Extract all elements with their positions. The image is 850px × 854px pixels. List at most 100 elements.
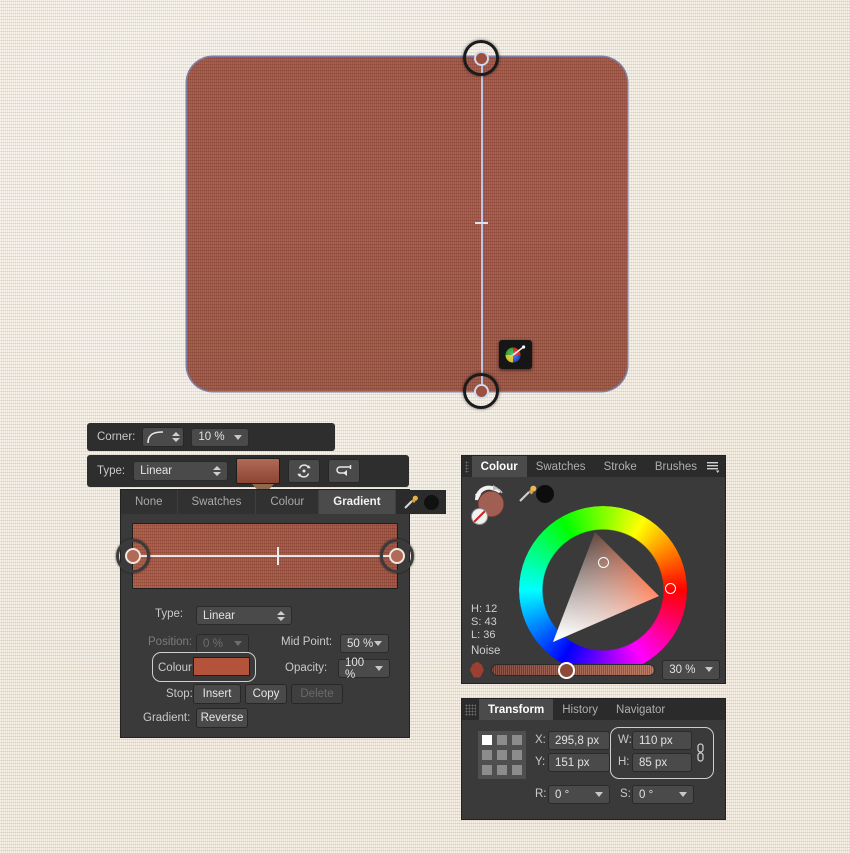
panel-grip-icon[interactable] (465, 460, 469, 473)
rounded-corner-icon[interactable] (142, 427, 185, 447)
type-stepper[interactable] (213, 466, 222, 476)
w-label: W: (618, 734, 632, 746)
gradient-handle-start[interactable] (463, 40, 499, 76)
tab-navigator[interactable]: Navigator (607, 699, 674, 720)
saturation-lightness-triangle[interactable] (543, 530, 663, 650)
anchor-cell-bottom-right[interactable] (512, 765, 522, 775)
tab-gradient[interactable]: Gradient (319, 490, 396, 514)
gp-opacity-label: Opacity: (285, 662, 328, 674)
gp-type-stepper[interactable] (277, 610, 285, 621)
gradient-stop-end[interactable] (380, 539, 414, 573)
stop-delete-button: Delete (291, 684, 343, 704)
y-field[interactable]: 151 px (548, 753, 610, 772)
anchor-cell-top-center[interactable] (497, 735, 507, 745)
gradient-axis-line (481, 58, 483, 392)
tab-stroke[interactable]: Stroke (595, 456, 646, 477)
gradient-preview[interactable] (116, 523, 414, 589)
anchor-cell-middle-center[interactable] (497, 750, 507, 760)
tab-brushes[interactable]: Brushes (646, 456, 706, 477)
hsl-colour-wheel[interactable] (519, 506, 687, 674)
chevron-down-icon[interactable] (234, 641, 242, 646)
lightness-readout: L: 36 (471, 629, 496, 641)
noise-slider-knob[interactable] (557, 661, 575, 679)
gradient-type-toolbar: Type: Linear (87, 455, 409, 487)
y-label: Y: (535, 756, 546, 768)
gp-midpoint-value: 50 % (347, 637, 374, 650)
anchor-cell-top-right[interactable] (512, 735, 522, 745)
corner-type-stepper[interactable] (172, 432, 181, 442)
gradient-swatch[interactable] (236, 458, 281, 484)
tab-transform[interactable]: Transform (479, 699, 554, 720)
gradient-stop-start-dot (125, 548, 141, 564)
gp-colour-label: Colour: (158, 662, 196, 674)
r-label: R: (535, 788, 547, 800)
chevron-down-icon[interactable] (234, 434, 243, 440)
gradient-type-select[interactable]: Linear (133, 461, 229, 481)
h-field[interactable]: 85 px (632, 753, 692, 772)
gradient-stop-end-dot (389, 548, 405, 564)
eyedropper-icon[interactable] (402, 494, 419, 511)
hamburger-menu-icon[interactable] (706, 460, 725, 473)
stop-copy-button[interactable]: Copy (245, 684, 287, 704)
gradient-reverse-button[interactable]: Reverse (196, 708, 248, 728)
black-colour-dot[interactable] (536, 485, 554, 503)
anchor-point-grid[interactable] (478, 731, 526, 779)
gp-midpoint-field[interactable]: 50 % (340, 634, 389, 653)
stop-insert-button[interactable]: Insert (193, 684, 241, 704)
gradient-preview-midpoint[interactable] (277, 547, 279, 565)
r-field[interactable]: 0 ° (548, 785, 610, 804)
anchor-cell-top-left[interactable] (482, 735, 492, 745)
anchor-cell-middle-left[interactable] (482, 750, 492, 760)
r-value: 0 ° (555, 788, 570, 801)
noise-value-field[interactable]: 30 % (662, 659, 720, 680)
chevron-down-icon[interactable] (374, 641, 382, 646)
gp-midpoint-label: Mid Point: (281, 636, 333, 648)
reverse-gradient-icon[interactable] (328, 459, 361, 483)
no-colour-icon[interactable] (471, 508, 488, 525)
noise-row: 30 % (470, 659, 720, 680)
saturation-lightness-marker[interactable] (598, 557, 609, 568)
tab-none[interactable]: None (121, 490, 178, 514)
noise-slider[interactable] (490, 661, 656, 679)
gp-stop-label: Stop: (166, 688, 193, 700)
corner-radius-field[interactable]: 10 % (191, 427, 250, 447)
anchor-cell-bottom-center[interactable] (497, 765, 507, 775)
link-aspect-ratio-icon[interactable] (697, 742, 704, 764)
chevron-down-icon[interactable] (595, 792, 603, 797)
y-value: 151 px (555, 756, 590, 769)
x-label: X: (535, 734, 546, 746)
tab-colour[interactable]: Colour (471, 456, 527, 477)
chevron-down-icon[interactable] (679, 792, 687, 797)
anchor-cell-middle-right[interactable] (512, 750, 522, 760)
artwork-rounded-rectangle[interactable] (187, 57, 627, 391)
color-picker-icon (499, 340, 532, 369)
tab-history[interactable]: History (553, 699, 607, 720)
w-field[interactable]: 110 px (632, 731, 692, 750)
gradient-midpoint-marker[interactable] (475, 222, 488, 224)
cycle-colors-icon[interactable] (288, 459, 321, 483)
tab-swatches[interactable]: Swatches (527, 456, 595, 477)
hue-marker[interactable] (665, 583, 676, 594)
panel-grip-icon[interactable] (465, 703, 476, 716)
tab-colour[interactable]: Colour (256, 490, 320, 514)
gradient-handle-end[interactable] (463, 373, 499, 409)
eyedropper-icon[interactable] (518, 484, 538, 504)
gp-position-field[interactable]: 0 % (196, 634, 249, 653)
anchor-cell-bottom-left[interactable] (482, 765, 492, 775)
gp-gradient-label: Gradient: (143, 712, 191, 724)
chevron-down-icon[interactable] (375, 666, 383, 671)
gradient-stop-start[interactable] (116, 539, 150, 573)
hue-readout: H: 12 (471, 603, 498, 615)
gp-opacity-field[interactable]: 100 % (338, 657, 390, 681)
gp-colour-swatch[interactable] (193, 657, 250, 676)
transform-panel-tabs: Transform History Navigator (462, 699, 725, 720)
chevron-down-icon[interactable] (705, 667, 713, 672)
corner-radius-value: 10 % (198, 431, 225, 443)
x-field[interactable]: 295,8 px (548, 731, 610, 750)
current-color-dot[interactable] (423, 494, 440, 511)
tab-swatches[interactable]: Swatches (178, 490, 257, 514)
gp-position-label: Position: (148, 636, 193, 648)
s-field[interactable]: 0 ° (632, 785, 694, 804)
gp-type-select[interactable]: Linear (196, 606, 292, 625)
corner-toolbar: Corner: 10 % (87, 423, 335, 451)
